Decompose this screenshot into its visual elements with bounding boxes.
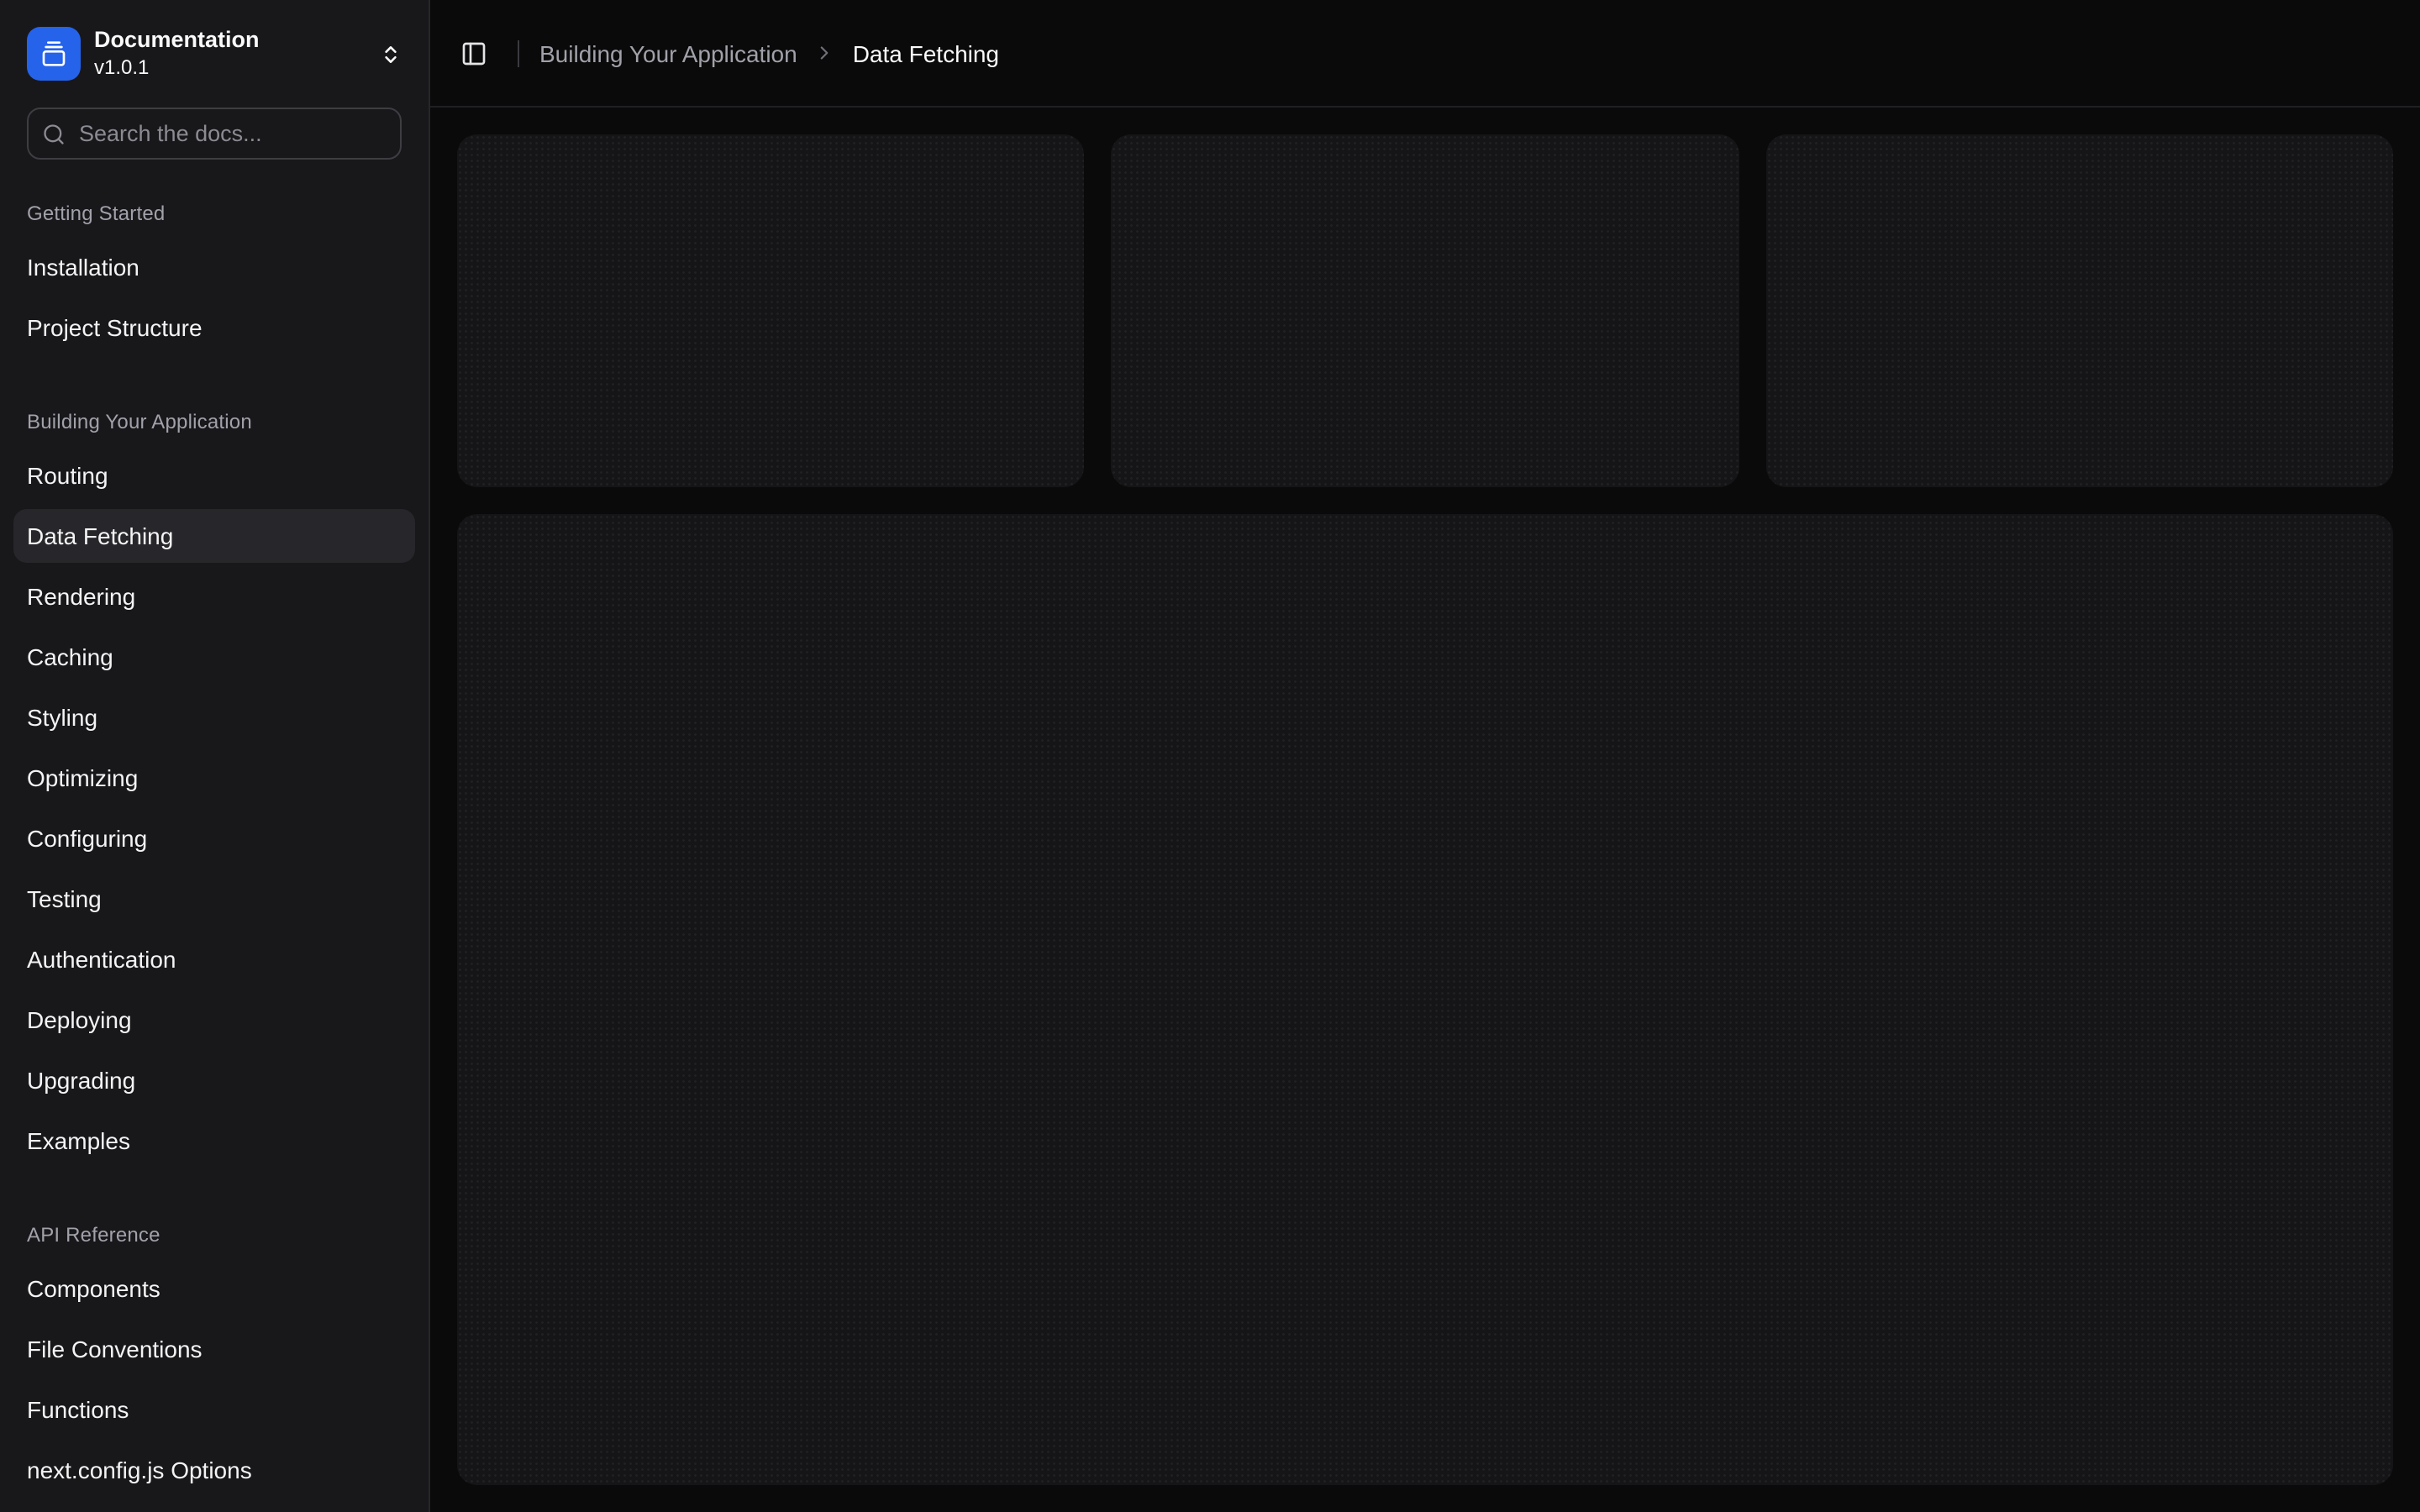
sidebar-group-items: Installation Project Structure [13, 240, 415, 354]
sidebar-item-project-structure[interactable]: Project Structure [13, 301, 415, 354]
app-version: v1.0.1 [94, 56, 260, 81]
placeholder-cards-row [457, 134, 2393, 487]
gallery-vertical-end-icon [40, 40, 67, 67]
sidebar-item-optimizing[interactable]: Optimizing [13, 751, 415, 805]
app-title: Documentation [94, 27, 260, 54]
placeholder-card [457, 134, 1085, 487]
sidebar-group-label: Building Your Application [13, 395, 415, 449]
chevrons-up-down-icon [380, 43, 402, 65]
panel-left-icon [460, 39, 487, 66]
breadcrumb: Building Your Application Data Fetching [539, 39, 999, 66]
sidebar-item-next-config-js-options[interactable]: next.config.js Options [13, 1443, 415, 1497]
content [430, 108, 2420, 1512]
chevron-right-icon [814, 42, 836, 64]
sidebar-item-configuring[interactable]: Configuring [13, 811, 415, 865]
sidebar: Documentation v1.0.1 Getting Started [0, 0, 430, 1512]
app-window: Documentation v1.0.1 Getting Started [0, 0, 2420, 1512]
placeholder-card [1765, 134, 2393, 487]
app-logo [27, 27, 81, 81]
sidebar-item-upgrading[interactable]: Upgrading [13, 1053, 415, 1107]
header-separator [518, 39, 519, 66]
search-input[interactable] [27, 108, 402, 160]
sidebar-group-label: Getting Started [13, 186, 415, 240]
sidebar-item-file-conventions[interactable]: File Conventions [13, 1322, 415, 1376]
sidebar-item-components[interactable]: Components [13, 1262, 415, 1315]
content-header: Building Your Application Data Fetching [430, 0, 2420, 108]
sidebar-group: API Reference Components File Convention… [13, 1208, 415, 1497]
sidebar-nav: Getting Started Installation Project Str… [0, 160, 429, 1512]
placeholder-card [1112, 134, 1739, 487]
sidebar-item-caching[interactable]: Caching [13, 630, 415, 684]
sidebar-item-authentication[interactable]: Authentication [13, 932, 415, 986]
sidebar-item-testing[interactable]: Testing [13, 872, 415, 926]
sidebar-group-label: API Reference [13, 1208, 415, 1262]
breadcrumb-parent-link[interactable]: Building Your Application [539, 39, 797, 66]
sidebar-item-styling[interactable]: Styling [13, 690, 415, 744]
sidebar-item-deploying[interactable]: Deploying [13, 993, 415, 1047]
team-switcher-button[interactable]: Documentation v1.0.1 [13, 13, 415, 94]
placeholder-card-large [457, 514, 2393, 1485]
search-field [27, 108, 402, 160]
sidebar-group-items: Routing Data Fetching Rendering Caching … [13, 449, 415, 1168]
sidebar-item-examples[interactable]: Examples [13, 1114, 415, 1168]
breadcrumb-current-page: Data Fetching [853, 39, 999, 66]
sidebar-item-installation[interactable]: Installation [13, 240, 415, 294]
sidebar-group: Building Your Application Routing Data F… [13, 395, 415, 1168]
sidebar-item-functions[interactable]: Functions [13, 1383, 415, 1436]
sidebar-item-data-fetching[interactable]: Data Fetching [13, 509, 415, 563]
sidebar-item-routing[interactable]: Routing [13, 449, 415, 502]
sidebar-item-rendering[interactable]: Rendering [13, 570, 415, 623]
main-area: Building Your Application Data Fetching [430, 0, 2420, 1512]
sidebar-group-items: Components File Conventions Functions ne… [13, 1262, 415, 1497]
sidebar-group: Getting Started Installation Project Str… [13, 186, 415, 354]
sidebar-toggle-button[interactable] [450, 29, 497, 76]
team-text: Documentation v1.0.1 [94, 27, 260, 80]
sidebar-header: Documentation v1.0.1 [0, 0, 429, 108]
